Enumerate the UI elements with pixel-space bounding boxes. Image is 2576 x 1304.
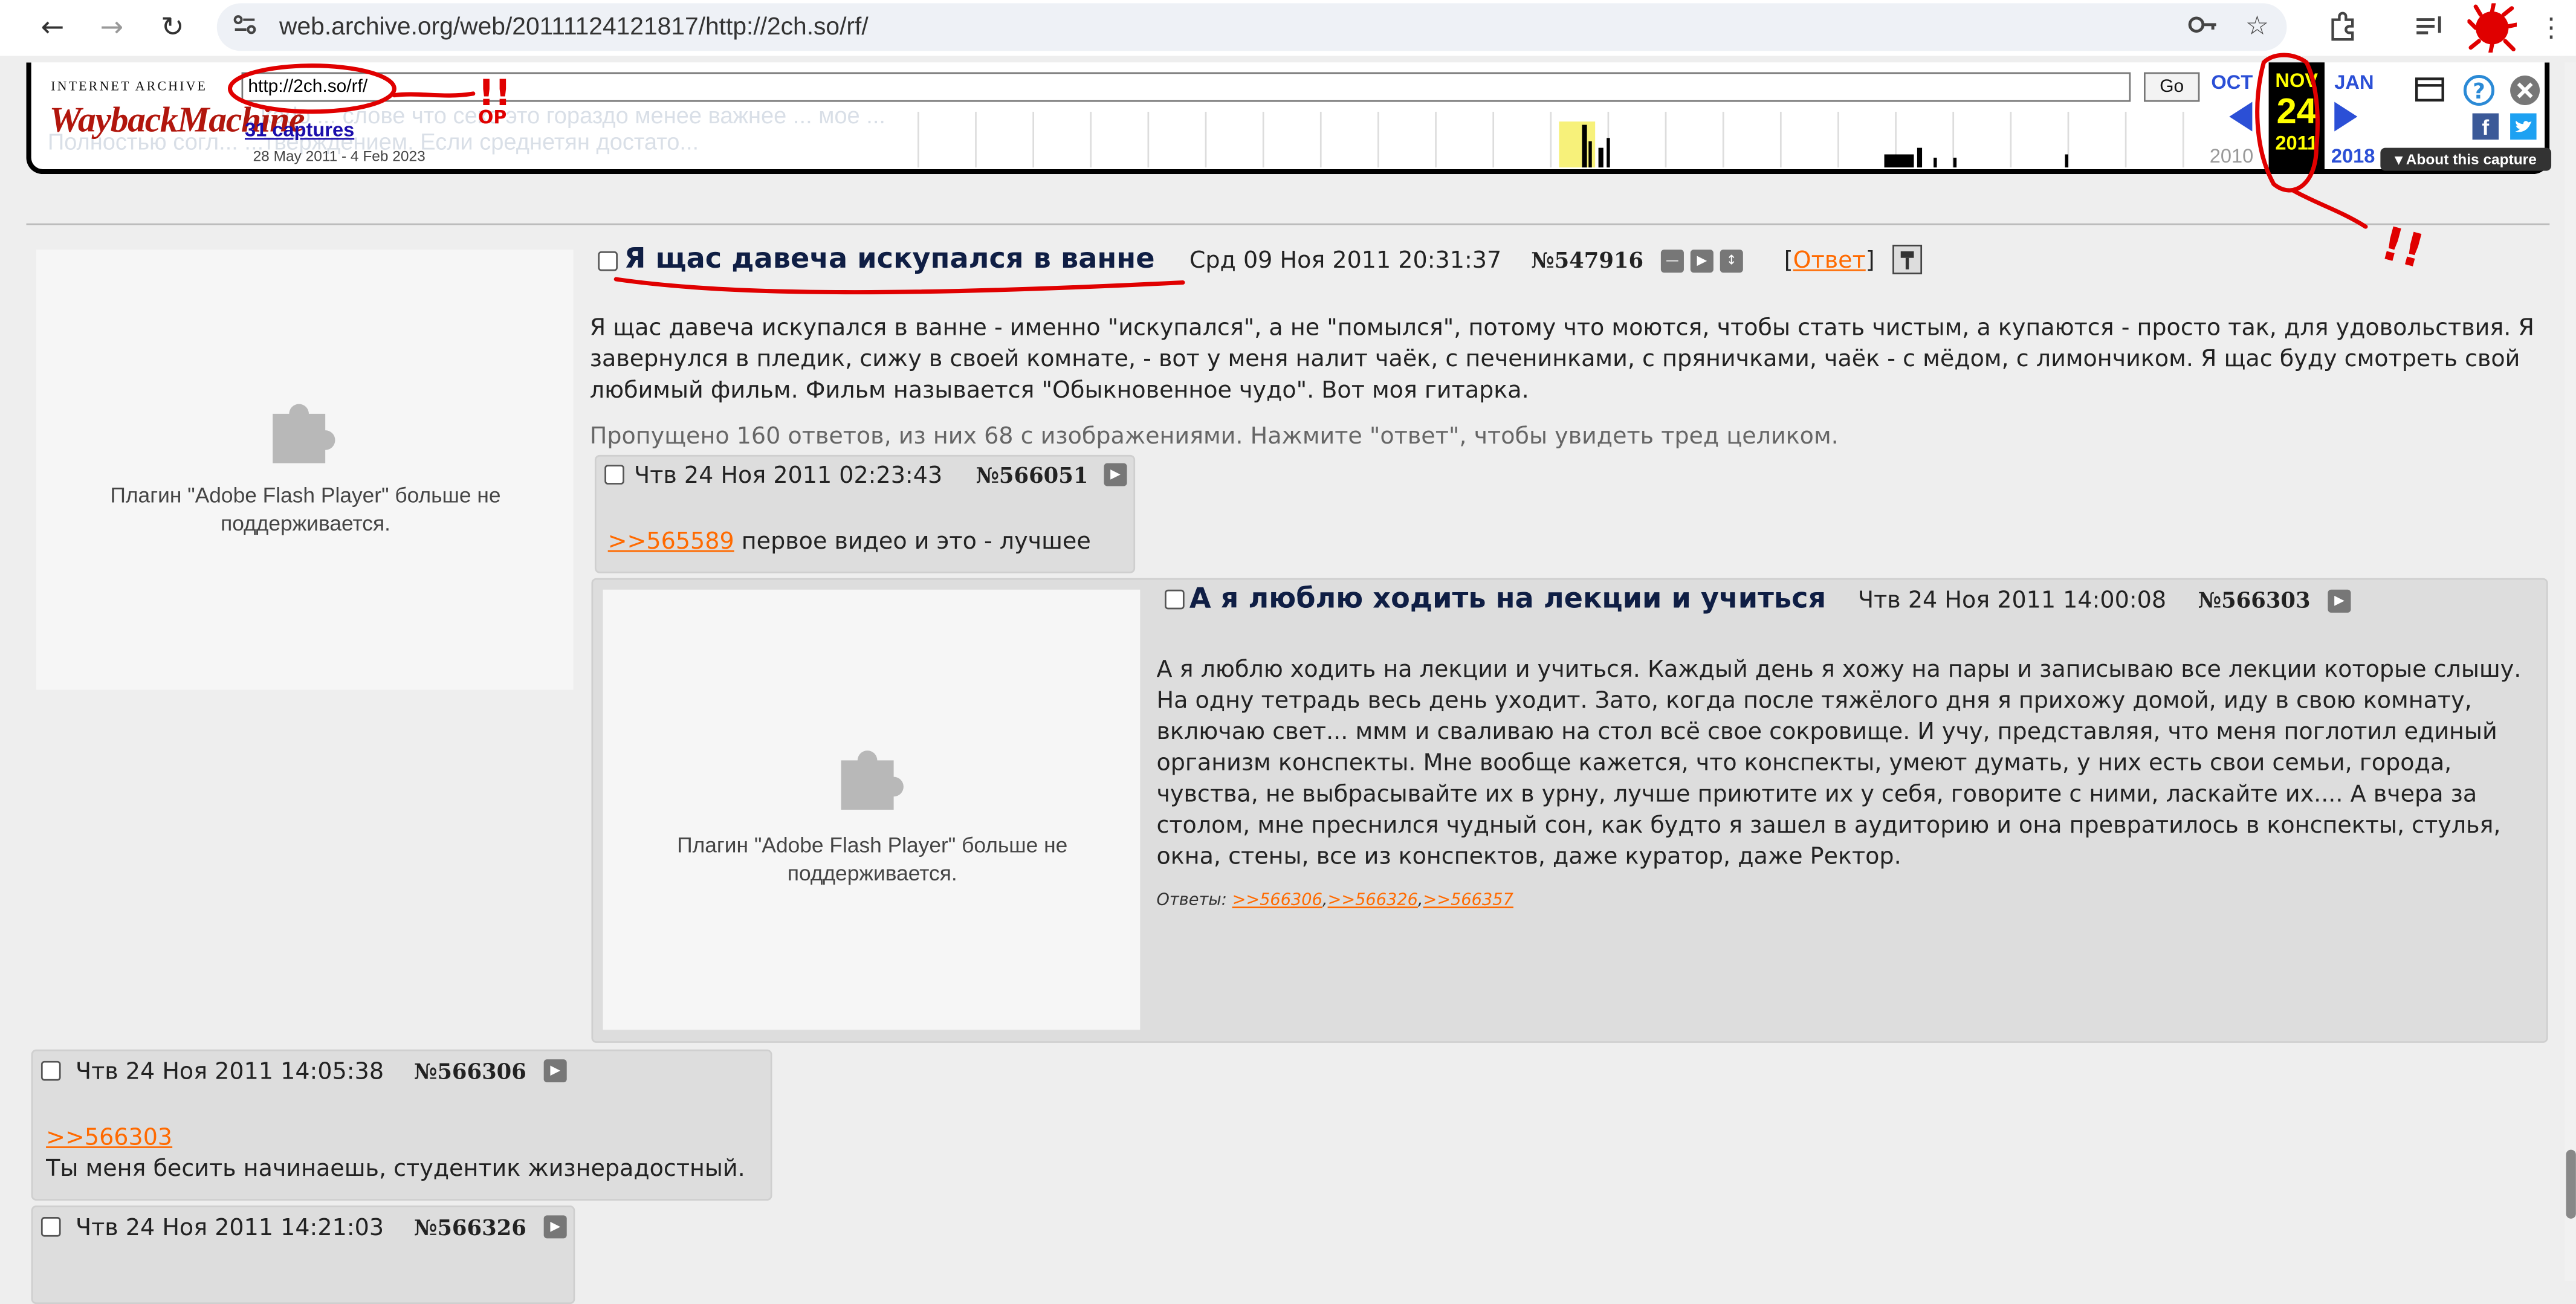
extensions-icon[interactable] (2325, 10, 2361, 46)
reply-post: Чтв 24 Ноя 2011 14:05:38 №566306 ▶ >>566… (31, 1049, 772, 1201)
url-text[interactable]: web.archive.org/web/20111124121817/http:… (279, 13, 869, 41)
op-body: Я щас давеча искупался в ванне - именно … (589, 315, 2534, 404)
op-flash-embed[interactable]: Плагин "Adobe Flash Player" больше не по… (36, 250, 574, 690)
omitted-notice: Пропущено 160 ответов, из них 68 с изобр… (589, 424, 1839, 450)
op-select-checkbox[interactable] (598, 251, 618, 271)
expand-post-icon[interactable]: ▶ (1104, 463, 1127, 486)
answer-link[interactable]: >>566306 (1232, 892, 1322, 910)
reload-icon[interactable]: ↻ (153, 8, 192, 48)
reply-select-checkbox[interactable] (40, 1060, 61, 1081)
plugin-message: Плагин "Adobe Flash Player" больше не по… (677, 833, 1068, 886)
prev-year-label[interactable]: 2010 (2210, 144, 2254, 167)
reply-select-checkbox[interactable] (604, 465, 624, 485)
plugin-message: Плагин "Adobe Flash Player" больше не по… (110, 483, 501, 536)
answers-list: Ответы: >>566306,>>566326,>>566357 (1156, 891, 1513, 910)
op-number[interactable]: №547916 (1531, 250, 1643, 274)
op-reply-link[interactable]: [Ответ] (1784, 248, 1875, 274)
next-capture-arrow-icon[interactable] (2334, 102, 2358, 132)
reply-select-checkbox[interactable] (40, 1217, 61, 1237)
reply-text: А я люблю ходить на лекции и учиться. Ка… (1156, 657, 2522, 871)
reply-date: Чтв 24 Ноя 2011 14:21:03 (76, 1215, 384, 1242)
profile-avatar-icon[interactable] (2467, 1, 2519, 55)
next-year-label[interactable]: 2018 (2331, 144, 2375, 167)
bookmark-star-icon[interactable]: ☆ (2239, 8, 2276, 45)
forward-icon[interactable]: → (92, 8, 131, 48)
reply-flash-embed[interactable]: Плагин "Adobe Flash Player" больше не по… (603, 589, 1141, 1030)
quote-link[interactable]: >>565589 (608, 529, 734, 555)
menu-kebab-icon[interactable]: ⋮ (2533, 10, 2569, 46)
help-icon[interactable]: ? (2462, 74, 2495, 106)
wayback-toolbar: ...kado ... слове что секс это гораздо м… (26, 62, 2552, 175)
divider (26, 223, 2550, 225)
reply-date: Чтв 24 Ноя 2011 14:05:38 (76, 1059, 384, 1086)
expand-post-icon[interactable]: ▶ (2328, 589, 2351, 613)
svg-text:!!: !! (2376, 216, 2430, 279)
op-date: Срд 09 Ноя 2011 20:31:37 (1189, 248, 1502, 274)
close-toolbar-icon[interactable] (2508, 74, 2541, 106)
wayback-logo-subtitle: INTERNET ARCHIVE (51, 79, 208, 94)
plugin-puzzle-icon (273, 404, 335, 463)
pin-icon[interactable] (1892, 244, 1923, 274)
reply-date: Чтв 24 Ноя 2011 14:00:08 (1858, 588, 2167, 615)
reading-list-icon[interactable] (2410, 10, 2446, 46)
captures-link[interactable]: 31 captures (245, 118, 354, 141)
reply-subject: А я люблю ходить на лекции и учиться (1189, 583, 1827, 616)
reply-post: Плагин "Adobe Flash Player" больше не по… (591, 578, 2548, 1043)
reply-text: >>566303 Ты меня бесить начинаешь, студе… (46, 1123, 745, 1186)
next-month-label[interactable]: JAN (2334, 71, 2374, 94)
reply-number[interactable]: №566051 (976, 465, 1088, 489)
quote-link[interactable]: >>566303 (46, 1123, 745, 1155)
reply-number[interactable]: №566306 (414, 1061, 526, 1086)
site-info-icon[interactable] (230, 11, 260, 41)
hide-thread-icon[interactable]: — (1660, 250, 1684, 273)
back-icon[interactable]: ← (33, 8, 72, 48)
go-button[interactable]: Go (2143, 72, 2200, 102)
reply-select-checkbox[interactable] (1165, 589, 1185, 610)
wayback-url-input[interactable] (241, 72, 2131, 102)
browser-toolbar: ← → ↻ web.archive.org/web/20111124121817… (0, 0, 2576, 56)
svg-text:?: ? (2473, 79, 2485, 104)
password-key-icon[interactable] (2185, 8, 2221, 45)
page-scrollbar[interactable] (2564, 62, 2576, 1282)
prev-capture-arrow-icon[interactable] (2229, 102, 2253, 132)
twitter-icon[interactable] (2510, 113, 2537, 140)
reply-post: Чтв 24 Ноя 2011 14:21:03 №566326 ▶ (31, 1206, 575, 1304)
plugin-puzzle-icon (841, 750, 904, 810)
expand-thread-icon[interactable]: ▶ (1690, 250, 1714, 273)
current-capture-date: NOV 24 2011 (2268, 62, 2325, 171)
prev-month-label[interactable]: OCT (2211, 71, 2253, 94)
op-subject: Я щас давеча искупался в ванне (624, 243, 1155, 276)
about-capture-button[interactable]: ▾ About this capture (2380, 147, 2552, 171)
reply-number[interactable]: №566326 (414, 1217, 526, 1242)
address-bar[interactable]: web.archive.org/web/20111124121817/http:… (216, 3, 2287, 51)
reply-text: >>565589 первое видео и это - лучшее (607, 529, 1091, 555)
scrollbar-thumb[interactable] (2566, 1149, 2576, 1219)
capture-range: 28 May 2011 - 4 Feb 2023 (253, 147, 426, 164)
expand-post-icon[interactable]: ▶ (543, 1215, 567, 1239)
reply-date: Чтв 24 Ноя 2011 02:23:43 (634, 463, 943, 489)
facebook-icon[interactable]: f (2472, 113, 2499, 140)
reply-post: Чтв 24 Ноя 2011 02:23:43 №566051 ▶ >>565… (594, 454, 1136, 573)
answer-link[interactable]: >>566326 (1328, 892, 1418, 910)
reply-number[interactable]: №566303 (2198, 590, 2311, 615)
collapse-thread-icon[interactable]: ↕ (1720, 250, 1743, 273)
answer-link[interactable]: >>566357 (1423, 892, 1513, 910)
expand-post-icon[interactable]: ▶ (543, 1059, 567, 1083)
capture-sparkline[interactable] (902, 111, 2199, 168)
window-icon[interactable] (2415, 76, 2444, 102)
